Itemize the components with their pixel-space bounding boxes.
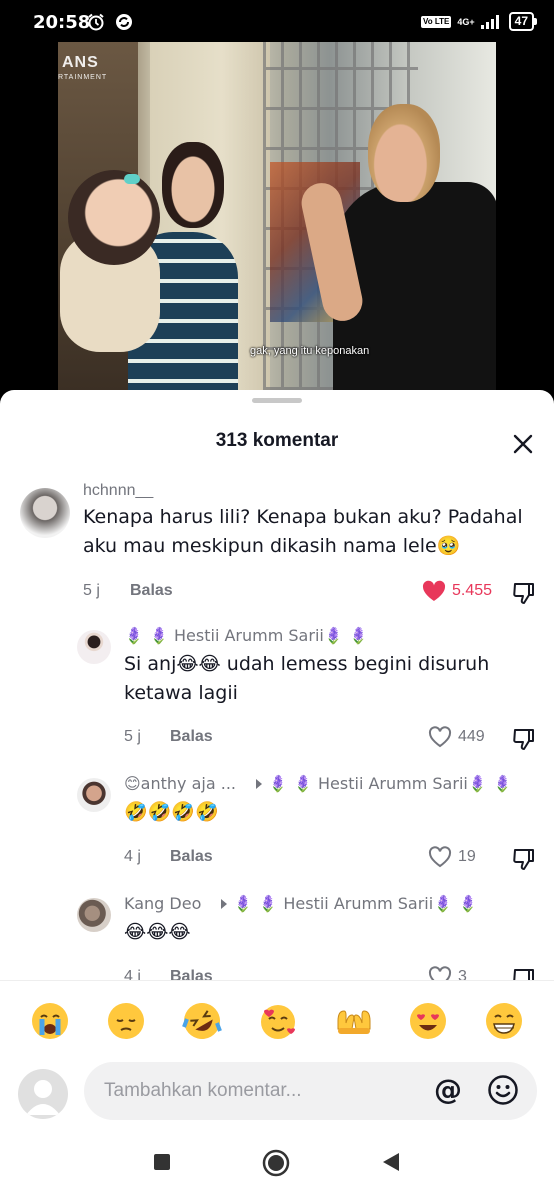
mention-icon[interactable]: @ xyxy=(432,1074,464,1106)
avatar[interactable] xyxy=(77,630,111,664)
like-button[interactable]: 19 xyxy=(428,846,476,868)
avatar[interactable] xyxy=(77,898,111,932)
like-count: 19 xyxy=(458,848,476,865)
video-subtitle: gak, yang itu keponakan xyxy=(250,345,370,357)
crying-face-icon xyxy=(32,1003,68,1039)
reply-button[interactable]: Balas xyxy=(170,728,213,746)
dislike-icon[interactable] xyxy=(511,967,537,980)
heart-filled-icon xyxy=(422,580,446,601)
heart-outline-icon xyxy=(428,846,452,868)
avatar[interactable] xyxy=(20,488,70,538)
dislike-icon[interactable] xyxy=(511,847,537,873)
comment-username[interactable]: 🪻 🪻 Hestii Arumm Sarii🪻 🪻 xyxy=(124,626,369,645)
sync-icon xyxy=(116,14,132,30)
emoji-button-rofl[interactable] xyxy=(177,996,227,1046)
pensive-face-icon xyxy=(108,1003,144,1039)
alarm-icon xyxy=(88,13,104,31)
dislike-icon[interactable] xyxy=(511,727,537,753)
back-icon[interactable] xyxy=(380,1151,402,1173)
signal-icon xyxy=(480,14,499,29)
emoji-button-grin[interactable] xyxy=(479,996,529,1046)
comment-text: Si anj😂😂 udah lemess begini disuruh keta… xyxy=(124,653,490,704)
comment-input[interactable]: Tambahkan komentar... @ xyxy=(84,1062,537,1120)
close-icon[interactable] xyxy=(509,430,537,458)
status-time: 20:58 xyxy=(33,12,91,33)
home-icon[interactable] xyxy=(262,1149,290,1177)
like-button[interactable]: 3 xyxy=(428,966,467,980)
channel-logo: ANS xyxy=(62,54,99,71)
heart-outline-icon xyxy=(428,966,452,980)
like-button[interactable]: 449 xyxy=(428,726,485,748)
status-right: Vo LTE 4G+ 47 xyxy=(421,12,538,31)
reply-arrow-icon xyxy=(221,898,228,909)
like-count: 449 xyxy=(458,728,485,745)
comment-text: 🤣🤣🤣🤣 xyxy=(124,801,219,823)
battery-indicator: 47 xyxy=(508,12,538,31)
emoji-button-heart-eyes[interactable] xyxy=(403,996,453,1046)
comment-text: Kenapa harus lili? Kenapa bukan aku? Pad… xyxy=(83,506,523,557)
status-bar: 20:58 Vo LTE 4G+ 47 xyxy=(0,0,554,42)
smiling-hearts-icon xyxy=(261,1005,295,1039)
comment-list[interactable]: hchnnn__ Kenapa harus lili? Kenapa bukan… xyxy=(0,476,554,980)
reply-button[interactable]: Balas xyxy=(170,848,213,866)
emoji-button-crying[interactable] xyxy=(25,996,75,1046)
svg-text:@: @ xyxy=(434,1074,462,1106)
divider xyxy=(0,980,554,981)
comment-text: 😂😂😂 xyxy=(124,921,191,943)
comment-composer: Tambahkan komentar... @ xyxy=(0,1060,554,1132)
volte-badge: Vo LTE xyxy=(421,15,452,28)
like-count: 3 xyxy=(458,968,467,980)
network-type: 4G+ xyxy=(457,16,475,27)
emoji-button-palms[interactable] xyxy=(329,996,379,1046)
comments-sheet: 313 komentar hchnnn__ Kenapa harus lili?… xyxy=(0,390,554,1200)
emoji-picker-icon[interactable] xyxy=(487,1074,519,1106)
reply-arrow-icon xyxy=(256,778,262,789)
comment-input-placeholder: Tambahkan komentar... xyxy=(104,1080,302,1101)
reply-button[interactable]: Balas xyxy=(130,582,173,600)
comment-username[interactable]: hchnnn__ xyxy=(83,482,153,500)
comment-time: 5 j xyxy=(83,582,100,599)
comment-time: 4 j xyxy=(124,848,141,865)
emoji-button-pensive[interactable] xyxy=(101,996,151,1046)
palms-up-icon xyxy=(337,1010,371,1034)
comment-username[interactable]: 😊anthy aja ... 🪻 🪻 Hestii Arumm Sarii🪻 🪻 xyxy=(124,774,513,793)
emoji-button-hearts[interactable] xyxy=(253,996,303,1046)
emoji-quick-bar xyxy=(0,996,554,1048)
reply-button[interactable]: Balas xyxy=(170,968,213,980)
rofl-face-icon xyxy=(182,1003,222,1039)
default-avatar-icon xyxy=(26,1080,60,1115)
channel-logo-sub: RTAINMENT xyxy=(58,74,108,81)
comment-count-title: 313 komentar xyxy=(215,430,339,451)
system-nav-bar xyxy=(0,1132,554,1200)
drag-handle[interactable] xyxy=(252,398,302,403)
comment-username[interactable]: Kang Deo 🪻 🪻 Hestii Arumm Sarii🪻 🪻 xyxy=(124,894,478,913)
video-player[interactable]: ANS RTAINMENT gak, yang itu keponakan xyxy=(58,42,496,390)
grinning-face-icon xyxy=(486,1003,522,1039)
heart-outline-icon xyxy=(428,726,452,748)
like-count: 5.455 xyxy=(452,582,493,599)
comment-time: 5 j xyxy=(124,728,141,745)
comment-time: 4 j xyxy=(124,968,141,980)
heart-eyes-icon xyxy=(410,1003,446,1039)
recents-icon[interactable] xyxy=(152,1152,172,1172)
my-avatar[interactable] xyxy=(18,1069,68,1119)
avatar[interactable] xyxy=(77,778,111,812)
like-button[interactable]: 5.455 xyxy=(422,580,492,602)
dislike-icon[interactable] xyxy=(511,581,537,607)
